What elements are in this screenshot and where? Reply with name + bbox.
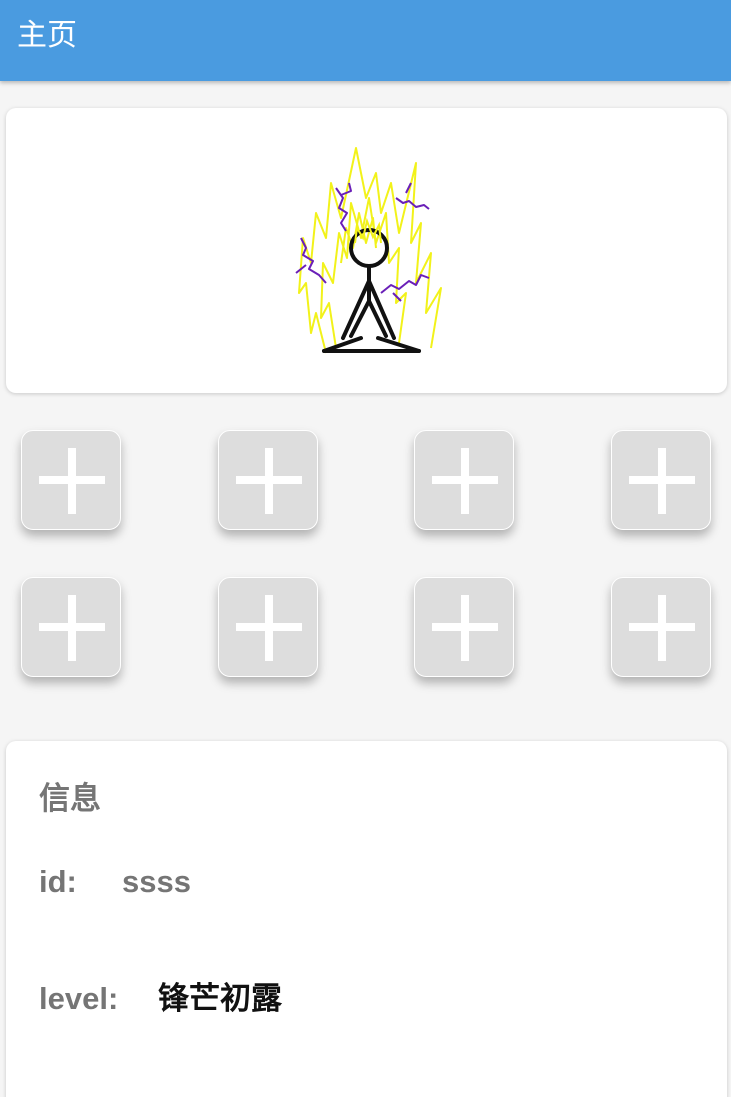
add-slot-button-8[interactable] [611,577,711,677]
add-slot-button-2[interactable] [218,430,318,530]
id-value: ssss [122,864,191,899]
plus-icon [39,595,105,661]
plus-icon [236,595,302,661]
level-label: level: [39,981,119,1016]
add-slot-button-7[interactable] [414,577,514,677]
plus-icon [236,448,302,514]
level-value: 锋芒初露 [158,981,282,1017]
plus-icon [39,448,105,514]
plus-icon [432,595,498,661]
id-label: id: [39,864,77,899]
info-card: 信息 id: ssss level: 锋芒初露 [6,741,727,1097]
info-heading: 信息 [39,781,101,817]
plus-icon [629,448,695,514]
add-slot-button-1[interactable] [21,430,121,530]
plus-icon [629,595,695,661]
add-slot-button-3[interactable] [414,430,514,530]
plus-icon [432,448,498,514]
app-bar: 主页 [0,0,731,81]
add-slot-button-4[interactable] [611,430,711,530]
add-slot-button-6[interactable] [218,577,318,677]
page-title: 主页 [17,18,77,53]
avatar-card [6,108,727,393]
meditating-figure-icon [295,147,442,354]
add-slot-button-5[interactable] [21,577,121,677]
